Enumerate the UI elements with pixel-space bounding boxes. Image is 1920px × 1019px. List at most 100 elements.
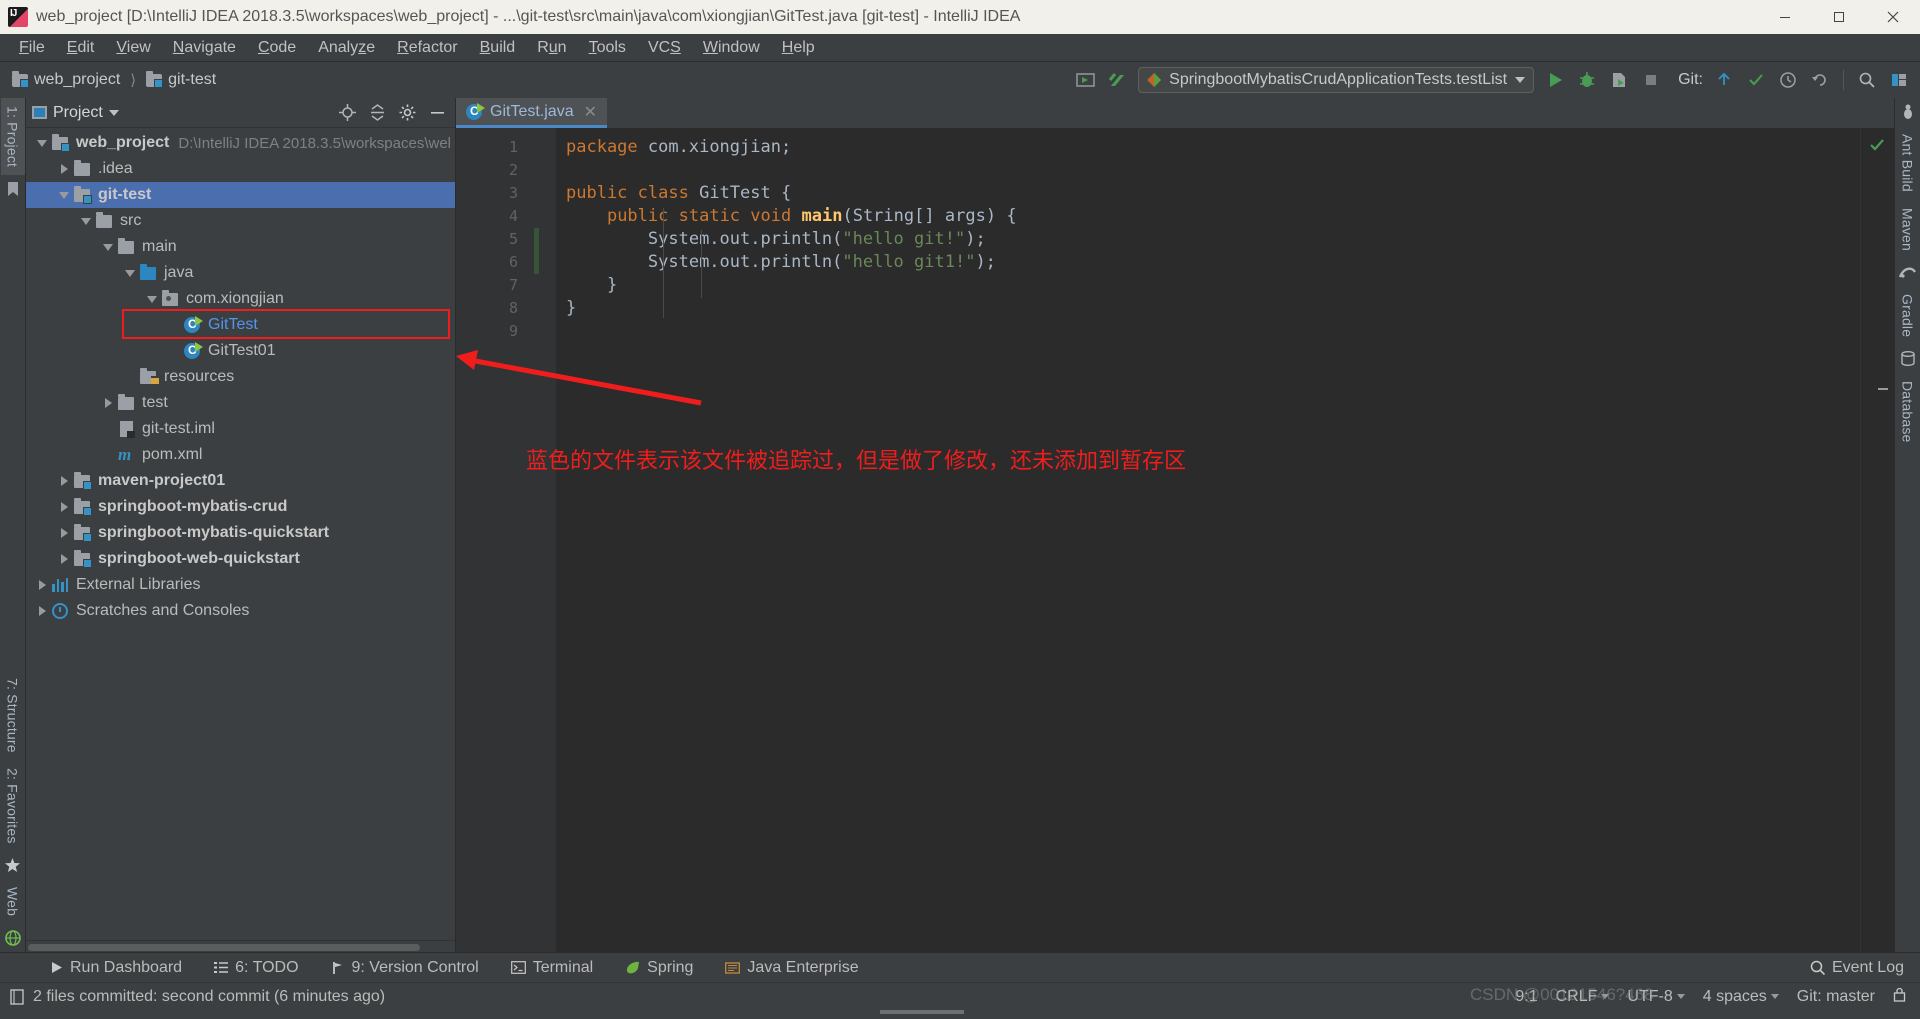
gutter-line-9[interactable]: 9 [456, 320, 526, 343]
gutter-line-2[interactable]: 2 [456, 159, 526, 182]
tool-java-enterprise[interactable]: Java Enterprise [709, 959, 874, 977]
hide-icon[interactable] [425, 101, 449, 125]
sidebar-item-gradle[interactable]: Gradle [1896, 286, 1920, 345]
sidebar-item-ant-build[interactable]: Ant Build [1896, 126, 1920, 200]
chevron-right-icon[interactable] [100, 390, 116, 416]
chevron-right-icon[interactable] [56, 156, 72, 182]
chevron-right-icon[interactable] [56, 546, 72, 572]
editor-canvas[interactable]: 123456789 package com.xiongjian; public … [456, 128, 1894, 952]
chevron-right-icon[interactable] [56, 520, 72, 546]
tree-row-git-test[interactable]: git-test [26, 182, 455, 208]
bookmark-icon[interactable] [5, 181, 21, 197]
chevron-down-icon[interactable] [78, 208, 94, 234]
tree-row-pom-xml[interactable]: m pom.xml [26, 442, 455, 468]
settings-button[interactable] [1884, 66, 1914, 94]
gutter-line-7[interactable]: 7 [456, 274, 526, 297]
tree-row-springboot-mybatis-crud[interactable]: springboot-mybatis-crud [26, 494, 455, 520]
maximize-button[interactable] [1812, 0, 1866, 34]
menu-tools[interactable]: Tools [578, 37, 637, 59]
tool-run-dashboard[interactable]: Run Dashboard [34, 959, 198, 977]
minimize-button[interactable] [1758, 0, 1812, 34]
tool-terminal[interactable]: Terminal [495, 959, 609, 977]
chevron-down-icon[interactable] [56, 182, 72, 208]
tree-row-src[interactable]: src [26, 208, 455, 234]
editor-inspection-gutter[interactable] [1860, 128, 1894, 952]
tree-horizontal-scrollbar[interactable] [26, 940, 455, 952]
tree-row-test[interactable]: test [26, 390, 455, 416]
git-history-button[interactable] [1773, 66, 1803, 94]
tree-row-web-project[interactable]: web_project D:\IntelliJ IDEA 2018.3.5\wor… [26, 130, 455, 156]
scrollbar-thumb[interactable] [28, 944, 420, 951]
tree-row-springboot-mybatis-quickstart[interactable]: springboot-mybatis-quickstart [26, 520, 455, 546]
git-revert-button[interactable] [1805, 66, 1835, 94]
gear-icon[interactable] [395, 101, 419, 125]
git-branch-widget[interactable]: Git: master [1797, 988, 1875, 1006]
chevron-right-icon[interactable] [34, 572, 50, 598]
sidebar-item-favorites[interactable]: 2: Favorites [1, 760, 25, 852]
menu-window[interactable]: Window [692, 37, 771, 59]
gutter-line-6[interactable]: 6 [456, 251, 526, 274]
sidebar-item-structure[interactable]: 7: Structure [1, 670, 25, 761]
run-coverage-button[interactable] [1604, 66, 1634, 94]
breadcrumb-web-project[interactable]: web_project [6, 70, 126, 89]
close-button[interactable] [1866, 0, 1920, 34]
menu-view[interactable]: View [105, 37, 161, 59]
sidebar-item-database[interactable]: Database [1896, 373, 1920, 451]
chevron-right-icon[interactable] [34, 598, 50, 624]
tree-row-scratches-and-consoles[interactable]: Scratches and Consoles [26, 598, 455, 624]
tab-gittest-java[interactable]: GitTest.java ✕ [456, 98, 607, 128]
search-button[interactable] [1852, 66, 1882, 94]
project-tree[interactable]: web_project D:\IntelliJ IDEA 2018.3.5\wor… [26, 128, 455, 940]
sync-button[interactable] [1070, 66, 1100, 94]
gutter-line-3[interactable]: 3 [456, 182, 544, 205]
sidebar-item-project[interactable]: 1: Project [0, 98, 25, 176]
close-tab-icon[interactable]: ✕ [584, 102, 597, 122]
tree-row-resources[interactable]: resources [26, 364, 455, 390]
run-configuration-selector[interactable]: SpringbootMybatisCrudApplicationTests.te… [1138, 67, 1535, 93]
tree-row-gittest[interactable]: GitTest [26, 312, 455, 338]
chevron-right-icon[interactable] [56, 468, 72, 494]
editor-gutter[interactable]: 123456789 [456, 128, 566, 952]
menu-analyze[interactable]: Analyze [307, 37, 386, 59]
tool-spring[interactable]: Spring [609, 959, 709, 977]
tree-row-gittest01[interactable]: GitTest01 [26, 338, 455, 364]
chevron-down-icon[interactable] [122, 260, 138, 286]
run-button[interactable] [1540, 66, 1570, 94]
menu-help[interactable]: Help [771, 37, 826, 59]
menu-build[interactable]: Build [469, 37, 527, 59]
gutter-line-1[interactable]: 1 [456, 136, 526, 159]
git-commit-button[interactable] [1741, 66, 1771, 94]
chevron-down-icon[interactable] [34, 130, 50, 156]
menu-file[interactable]: File [8, 37, 56, 59]
locate-icon[interactable] [335, 101, 359, 125]
tool-todo[interactable]: 6: TODO [198, 959, 314, 977]
tree-row-external-libraries[interactable]: External Libraries [26, 572, 455, 598]
menu-run[interactable]: Run [526, 37, 577, 59]
breadcrumb-git-test[interactable]: git-test [140, 70, 222, 89]
indent-selector[interactable]: 4 spaces [1703, 988, 1779, 1006]
debug-button[interactable] [1572, 66, 1602, 94]
menu-refactor[interactable]: Refactor [386, 37, 468, 59]
chevron-down-icon[interactable] [144, 286, 160, 312]
tree-row-com-xiongjian[interactable]: com.xiongjian [26, 286, 455, 312]
chevron-right-icon[interactable] [56, 494, 72, 520]
chevron-down-icon[interactable] [108, 109, 119, 116]
menu-edit[interactable]: Edit [56, 37, 106, 59]
tree-row-java[interactable]: java [26, 260, 455, 286]
collapse-all-icon[interactable] [365, 101, 389, 125]
chevron-down-icon[interactable] [100, 234, 116, 260]
git-update-button[interactable] [1709, 66, 1739, 94]
sidebar-item-web[interactable]: Web [1, 879, 25, 924]
gutter-line-8[interactable]: 8 [456, 297, 526, 320]
tree-row--idea[interactable]: .idea [26, 156, 455, 182]
lock-icon[interactable] [1893, 987, 1906, 1007]
sidebar-item-maven[interactable]: Maven [1896, 200, 1920, 259]
build-button[interactable] [1102, 66, 1132, 94]
gutter-line-4[interactable]: 4 [456, 205, 566, 228]
menu-navigate[interactable]: Navigate [162, 37, 247, 59]
tool-version-control[interactable]: 9: Version Control [315, 959, 495, 977]
tree-row-springboot-web-quickstart[interactable]: springboot-web-quickstart [26, 546, 455, 572]
tree-row-git-test-iml[interactable]: git-test.iml [26, 416, 455, 442]
gutter-line-5[interactable]: 5 [456, 228, 526, 251]
editor-code[interactable]: package com.xiongjian; public class GitT… [556, 128, 1860, 952]
